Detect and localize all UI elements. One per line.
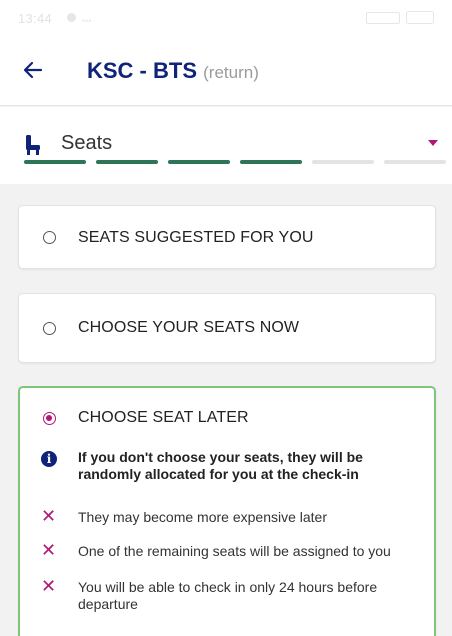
option-choose-seats-now[interactable]: CHOOSE YOUR SEATS NOW xyxy=(18,293,436,363)
cross-icon: ✕ xyxy=(41,540,57,560)
more-notifications-icon: ••• xyxy=(82,16,92,26)
con-text: They may become more expensive later xyxy=(78,509,327,525)
status-time: 13:44 xyxy=(18,11,53,26)
step-segment xyxy=(96,160,158,164)
option-choose-seat-later[interactable]: CHOOSE SEAT LATER i If you don't choose … xyxy=(18,386,436,636)
info-text: If you don't choose your seats, they wil… xyxy=(78,449,363,482)
cross-icon: ✕ xyxy=(41,506,57,526)
info-icon: i xyxy=(41,451,57,467)
signal-icon xyxy=(366,11,400,24)
radio-choose-seats-now[interactable] xyxy=(43,322,56,335)
route-subtitle: (return) xyxy=(203,63,259,82)
con-text: One of the remaining seats will be assig… xyxy=(78,543,391,559)
step-progress xyxy=(24,160,446,164)
step-segment xyxy=(24,160,86,164)
arrow-left-icon[interactable] xyxy=(21,58,45,82)
battery-icon xyxy=(406,11,434,24)
step-segment xyxy=(240,160,302,164)
page-title: KSC - BTS (return) xyxy=(87,58,259,86)
step-segment xyxy=(168,160,230,164)
status-icons xyxy=(366,11,434,24)
app-bar: KSC - BTS (return) xyxy=(0,36,452,106)
con-text: You will be able to check in only 24 hou… xyxy=(78,579,378,612)
step-selector[interactable]: Seats xyxy=(0,107,452,184)
status-bar: 13:44 ••• xyxy=(0,0,452,36)
step-segment xyxy=(312,160,374,164)
notification-icon xyxy=(67,13,76,22)
option-suggested-seats[interactable]: SEATS SUGGESTED FOR YOU xyxy=(18,205,436,269)
route-title: KSC - BTS xyxy=(87,58,197,83)
step-label: Seats xyxy=(61,132,113,154)
option-label: CHOOSE YOUR SEATS NOW xyxy=(78,319,300,336)
radio-suggested-seats[interactable] xyxy=(43,231,56,244)
step-segment xyxy=(384,160,446,164)
option-label: CHOOSE SEAT LATER xyxy=(78,409,249,426)
seat-icon xyxy=(26,135,40,155)
cross-icon: ✕ xyxy=(41,576,57,596)
caret-down-icon[interactable] xyxy=(428,140,438,146)
option-label: SEATS SUGGESTED FOR YOU xyxy=(78,229,314,246)
radio-choose-seat-later[interactable] xyxy=(43,412,56,425)
